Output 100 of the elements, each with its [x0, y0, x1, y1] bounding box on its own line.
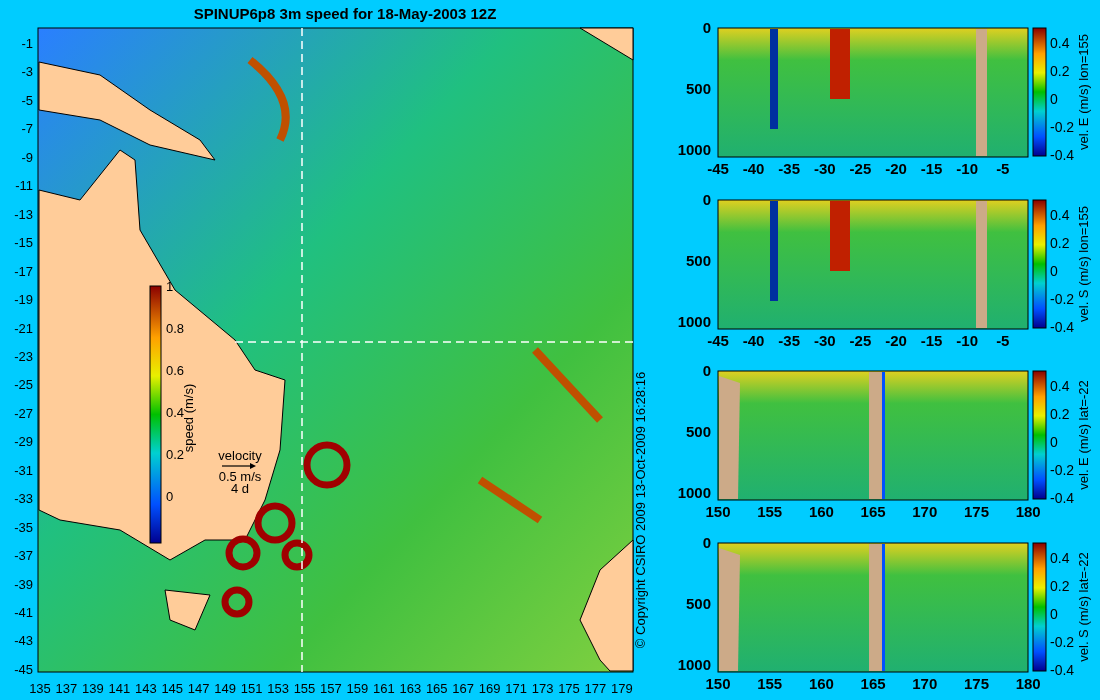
axis-tick-label: -40: [742, 160, 765, 177]
axis-tick-label: -45: [707, 332, 729, 349]
colorbar-tick-label: 0: [1050, 263, 1058, 279]
axis-tick-label: -29: [14, 434, 33, 450]
colorbar-tick-label: 0.2: [1050, 406, 1070, 422]
axis-tick-label: -13: [14, 206, 33, 222]
axis-tick-label: -17: [14, 263, 33, 279]
axis-tick-label: -1: [21, 36, 33, 51]
axis-tick-label: 155: [293, 681, 316, 696]
colorbar-tick-label: -0.2: [1050, 634, 1075, 650]
axis-tick-label: -10: [956, 160, 979, 177]
colorbar-tick-label: -0.2: [1050, 462, 1075, 478]
axis-tick-label: -15: [14, 235, 33, 251]
colorbar-tick-label: 0.8: [166, 321, 185, 336]
axis-tick-label: -39: [14, 576, 33, 592]
axis-tick-label: -25: [849, 332, 872, 349]
axis-tick-label: 1000: [677, 313, 711, 330]
colorbar-tick-label: 0.2: [166, 447, 185, 462]
colorbar-tick-label: 0.2: [1050, 578, 1070, 594]
axis-tick-label: -40: [742, 332, 765, 349]
axis-tick-label: 151: [240, 681, 263, 696]
axis-tick-label: 160: [808, 675, 834, 692]
axis-tick-label: 0: [702, 191, 711, 208]
axis-tick-label: 167: [452, 681, 475, 696]
axis-tick-label: -20: [885, 160, 907, 177]
axis-tick-label: 1000: [677, 141, 711, 158]
axis-tick-label: -15: [920, 160, 943, 177]
axis-tick-label: -37: [14, 548, 33, 564]
axis-tick-label: 1000: [677, 656, 711, 673]
axis-tick-label: 147: [187, 681, 210, 696]
axis-tick-label: 0: [702, 19, 711, 36]
axis-tick-label: 143: [134, 681, 157, 696]
axis-tick-label: -15: [920, 332, 943, 349]
axis-tick-label: -20: [885, 332, 907, 349]
axis-tick-label: 141: [108, 681, 131, 696]
colorbar-label: vel. S (m/s) lat=-22: [1076, 552, 1091, 662]
axis-tick-label: 173: [531, 681, 554, 696]
colorbar-tick-label: -0.4: [1050, 147, 1075, 163]
colorbar-tick-label: 0: [1050, 434, 1058, 450]
colorbar-tick-label: 0.4: [1050, 378, 1070, 394]
colorbar-tick-label: 0: [1050, 91, 1058, 107]
axis-tick-label: 163: [399, 681, 422, 696]
axis-tick-label: -19: [14, 292, 33, 308]
colorbar-label: vel. E (m/s) lat=-22: [1076, 380, 1091, 490]
velocity-key-duration: 4 d: [230, 481, 250, 496]
axis-tick-label: -27: [14, 405, 33, 421]
axis-tick-label: -43: [14, 633, 33, 649]
axis-tick-label: 175: [964, 503, 989, 520]
axis-tick-label: -33: [14, 491, 33, 507]
colorbar-tick-label: -0.2: [1050, 291, 1075, 307]
axis-tick-label: 500: [685, 423, 711, 440]
axis-tick-label: -25: [849, 160, 872, 177]
axis-tick-label: -5: [996, 332, 1010, 349]
axis-tick-label: -11: [15, 178, 33, 194]
velocity-arrow-icon: [221, 463, 256, 469]
axis-tick-label: 1000: [677, 484, 711, 501]
axis-tick-label: -9: [21, 149, 33, 165]
colorbar-tick-label: -0.4: [1050, 319, 1075, 335]
axis-tick-label: 180: [1015, 503, 1041, 520]
axis-tick-label: 145: [161, 681, 184, 696]
colorbar-tick-label: 0.6: [166, 363, 185, 378]
axis-tick-label: -35: [14, 519, 33, 535]
axis-tick-label: 165: [860, 503, 886, 520]
axis-tick-label: 139: [82, 681, 104, 696]
axis-tick-label: -23: [14, 348, 33, 364]
axis-tick-label: 137: [55, 681, 78, 696]
axis-tick-label: -30: [813, 332, 836, 349]
axis-tick-label: -7: [21, 121, 33, 137]
axis-tick-label: -31: [14, 462, 33, 478]
axis-tick-label: 170: [912, 503, 938, 520]
axis-tick-label: 0: [702, 362, 711, 379]
colorbar-label: vel. E (m/s) lon=155: [1076, 34, 1091, 150]
velocity-key-speed: 0.5 m/s: [218, 469, 262, 484]
axis-tick-label: 150: [705, 503, 731, 520]
axis-tick-label: 135: [29, 681, 51, 696]
axis-tick-label: -5: [21, 92, 33, 108]
axis-tick-label: 175: [558, 681, 580, 696]
axis-tick-label: -35: [778, 332, 801, 349]
axis-tick-label: 160: [808, 503, 834, 520]
axis-tick-label: 153: [267, 681, 289, 696]
colorbar-tick-label: 0.2: [1050, 63, 1070, 79]
colorbar-tick-label: -0.4: [1050, 662, 1075, 678]
axis-tick-label: 150: [705, 675, 731, 692]
axis-tick-label: 157: [320, 681, 342, 696]
axis-tick-label: 175: [964, 675, 989, 692]
axis-tick-label: -21: [14, 320, 33, 336]
colorbar-tick-label: 0.4: [1050, 207, 1070, 223]
colorbar-tick-label: 0.4: [166, 405, 185, 420]
axis-tick-label: -25: [14, 377, 33, 393]
axis-tick-label: 171: [505, 681, 527, 696]
axis-tick-label: 180: [1015, 675, 1041, 692]
colorbar-tick-label: -0.4: [1050, 490, 1075, 506]
colorbar-tick-label: 0.2: [1050, 235, 1070, 251]
axis-tick-label: 179: [611, 681, 633, 696]
colorbar-tick-label: 1: [166, 279, 174, 294]
colorbar-tick-label: -0.2: [1050, 119, 1075, 135]
axis-tick-label: 155: [757, 503, 783, 520]
axis-tick-label: 0: [702, 534, 711, 551]
copyright-text: © Copyright CSIRO 2009 13-Oct-2009 16:28:16: [633, 371, 648, 649]
axis-tick-label: -45: [707, 160, 729, 177]
